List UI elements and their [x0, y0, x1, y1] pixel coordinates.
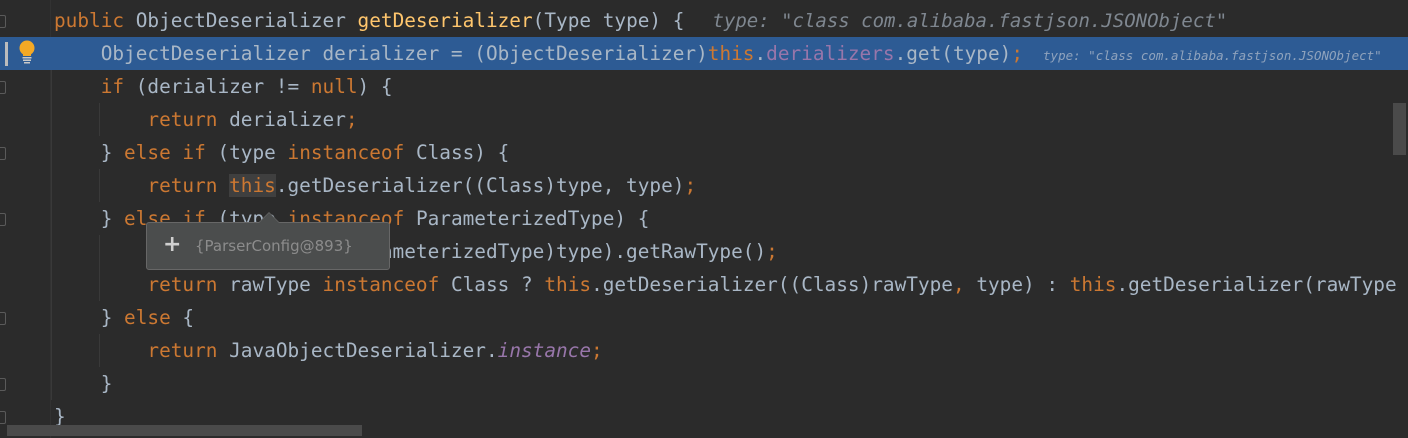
fold-marker-icon[interactable]	[0, 378, 6, 391]
code-token: .getDeserializer((Class)rawType	[591, 273, 953, 296]
indent-guide	[51, 70, 52, 400]
code-token: derializers	[766, 42, 895, 65]
code-token: (derializer !=	[124, 75, 311, 98]
code-token: instanceof	[287, 141, 405, 164]
code-token: }	[54, 306, 125, 329]
code-token: .getDeserializer((Class)type, type)	[275, 174, 685, 197]
code-token: (type	[205, 141, 288, 164]
code-text: return this.getDeserializer((Class)type,…	[54, 169, 696, 202]
code-token: ;	[591, 339, 603, 362]
code-line[interactable]: return JavaObjectDeserializer.instance;	[0, 334, 1408, 367]
code-token: else if	[124, 141, 206, 164]
code-token: return	[54, 108, 218, 131]
code-token: this	[1069, 273, 1117, 296]
code-token: return	[54, 339, 218, 362]
code-text: return JavaObjectDeserializer.instance;	[54, 334, 603, 367]
code-editor[interactable]: public ObjectDeserializer getDeserialize…	[0, 0, 1408, 438]
code-token: this	[707, 42, 755, 65]
vertical-scrollbar[interactable]	[1393, 103, 1406, 155]
code-token: instanceof	[322, 273, 440, 296]
code-line[interactable]: if (derializer != null) {	[0, 70, 1408, 103]
fold-marker-icon[interactable]	[0, 147, 6, 160]
code-token: (Type type) {	[532, 9, 685, 32]
code-token: return	[54, 174, 230, 197]
code-token: ,	[952, 273, 965, 296]
code-line[interactable]: } else {	[0, 301, 1408, 334]
code-token: ;	[684, 174, 697, 197]
code-token: ) {	[357, 75, 393, 98]
code-token: ;	[1011, 42, 1024, 65]
tooltip-arrow	[258, 212, 280, 223]
indent-guide	[99, 103, 100, 136]
code-line[interactable]: public ObjectDeserializer getDeserialize…	[0, 4, 1408, 37]
code-text: } else if (type instanceof Class) {	[54, 136, 510, 169]
code-line[interactable]: return derializer;	[0, 103, 1408, 136]
code-line[interactable]: return rawType instanceof Class ? this.g…	[0, 268, 1408, 301]
code-token: type) :	[964, 273, 1070, 296]
fold-marker-icon[interactable]	[0, 81, 6, 94]
code-token: ObjectDeserializer	[135, 9, 358, 32]
code-token: }	[54, 207, 125, 230]
code-token: ParameterizedType) {	[404, 207, 650, 230]
code-token: derializer	[217, 108, 346, 131]
fold-marker-icon[interactable]	[0, 15, 6, 28]
horizontal-scrollbar[interactable]	[7, 425, 362, 436]
code-text: ObjectDeserializer derializer = (ObjectD…	[54, 37, 1382, 70]
code-token: {	[170, 306, 195, 329]
code-line[interactable]: return this.getDeserializer((Class)type,…	[0, 169, 1408, 202]
code-token: getDeserializer	[357, 9, 533, 32]
inline-debug-value-hint: type: "class com.alibaba.fastjson.JSONOb…	[1043, 48, 1382, 63]
lightbulb-icon[interactable]	[18, 40, 36, 66]
code-token: Class ?	[439, 273, 545, 296]
fold-marker-icon[interactable]	[0, 411, 6, 424]
code-token: instance	[497, 339, 592, 362]
inline-debug-value-hint: type: "class com.alibaba.fastjson.JSONOb…	[712, 10, 1228, 32]
code-text: } else {	[54, 301, 194, 334]
code-token: ObjectDeserializer derializer = (ObjectD…	[54, 42, 708, 65]
code-token: this	[544, 273, 592, 296]
code-token: JavaObjectDeserializer.	[217, 339, 498, 362]
code-text: public ObjectDeserializer getDeserialize…	[54, 4, 1227, 37]
code-token: ;	[766, 240, 778, 263]
indent-guide	[99, 235, 100, 301]
code-line[interactable]: }	[0, 367, 1408, 400]
code-token: if	[54, 75, 125, 98]
current-execution-line[interactable]: ObjectDeserializer derializer = (ObjectD…	[0, 37, 1408, 70]
code-token: .	[754, 42, 767, 65]
highlighted-this-keyword: this	[229, 174, 276, 197]
code-token: ;	[345, 108, 358, 131]
execution-point-marker	[5, 42, 8, 66]
debugger-value-tooltip[interactable]: + {ParserConfig@893}	[146, 212, 390, 270]
code-line[interactable]: } else if (type instanceof Class) {	[0, 136, 1408, 169]
code-text: if (derializer != null) {	[54, 70, 393, 103]
code-token: public	[54, 9, 136, 32]
code-token: Class) {	[404, 141, 510, 164]
code-text: return rawType instanceof Class ? this.g…	[54, 268, 1397, 301]
tooltip-value: {ParserConfig@893}	[195, 237, 353, 255]
code-token: .get(type)	[894, 42, 1012, 65]
code-token: rawType	[217, 273, 323, 296]
code-token: null	[310, 75, 358, 98]
code-token: }	[54, 372, 113, 395]
indent-guide	[99, 169, 100, 202]
fold-marker-icon[interactable]	[0, 312, 6, 325]
code-text: }	[54, 367, 113, 400]
fold-marker-icon[interactable]	[0, 213, 6, 226]
code-token: else	[124, 306, 171, 329]
code-token: .getDeserializer(rawType	[1116, 273, 1397, 296]
plus-icon[interactable]: +	[163, 232, 181, 258]
code-token: }	[54, 141, 125, 164]
code-token: return	[54, 273, 218, 296]
indent-guide	[99, 334, 100, 367]
